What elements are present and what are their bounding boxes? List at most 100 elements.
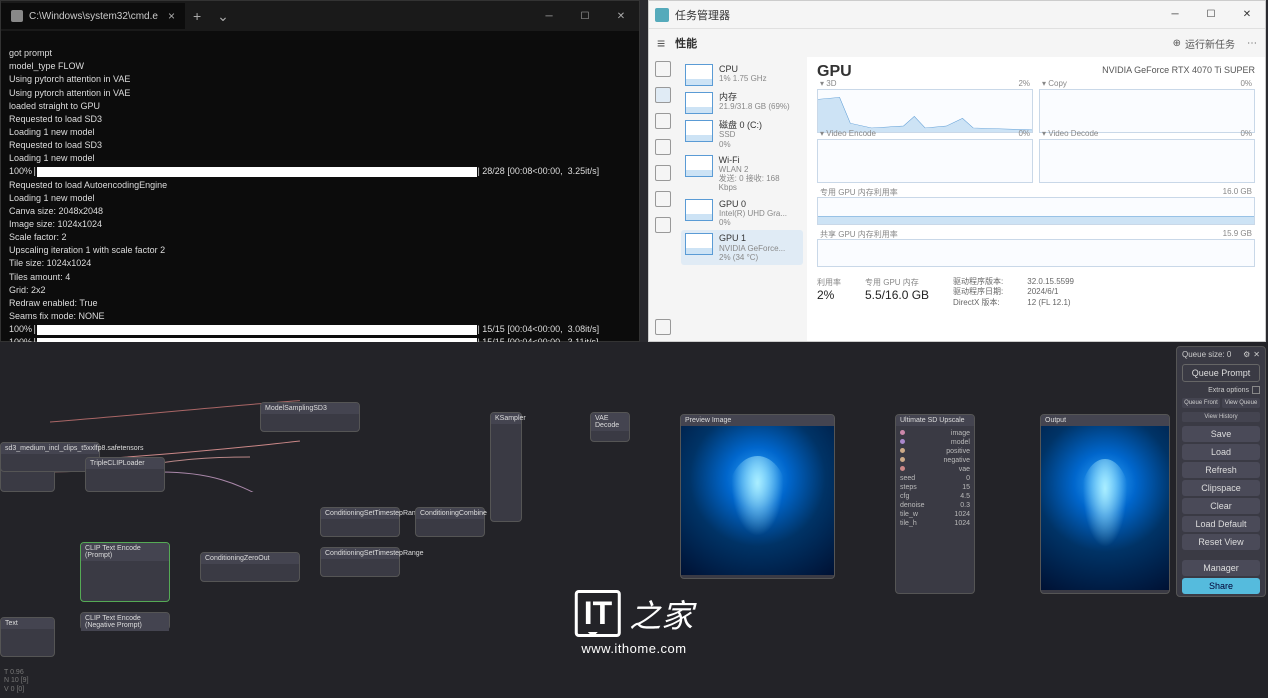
extra-options-checkbox[interactable]: Extra options [1177, 384, 1265, 396]
node-cond-zeroout[interactable]: ConditioningZeroOut [200, 552, 300, 582]
startup-icon[interactable] [655, 139, 671, 155]
perf-item-gpu1[interactable]: GPU 1NVIDIA GeForce...2% (34 °C) [681, 230, 803, 265]
users-icon[interactable] [655, 165, 671, 181]
reset-view-button[interactable]: Reset View [1182, 534, 1260, 550]
more-icon[interactable]: ⋯ [1247, 38, 1257, 49]
maximize-button[interactable]: ☐ [1193, 1, 1229, 29]
services-icon[interactable] [655, 217, 671, 233]
node-title: Preview Image [681, 415, 834, 426]
load-button[interactable]: Load [1182, 444, 1260, 460]
perf-item-disk[interactable]: 磁盘 0 (C:)SSD0% [681, 117, 803, 152]
item-sub: SSD [719, 130, 762, 139]
node-clip-negative[interactable]: CLIP Text Encode (Negative Prompt) [80, 612, 170, 630]
item-sub: WLAN 2 [719, 165, 799, 174]
minimize-button[interactable]: ─ [1157, 1, 1193, 29]
new-tab-button[interactable]: + [185, 8, 209, 24]
close-button[interactable]: ✕ [1229, 1, 1265, 29]
details-icon[interactable] [655, 191, 671, 207]
mini-graph-icon [685, 199, 713, 221]
node-upscale[interactable]: Ultimate SD Upscale image model positive… [895, 414, 975, 594]
gear-icon[interactable]: ⚙ [1243, 350, 1250, 359]
cmd-window: C:\Windows\system32\cmd.e × + ⌄ ─ ☐ ✕ go… [0, 0, 640, 342]
close-button[interactable]: ✕ [603, 1, 639, 31]
mini-graph-icon [685, 64, 713, 86]
perf-item-wifi[interactable]: Wi-FiWLAN 2发送: 0 接收: 168 Kbps [681, 152, 803, 196]
performance-icon[interactable] [655, 87, 671, 103]
cmd-line: Loading 1 new model [9, 193, 95, 203]
node-triple-clip-loader[interactable]: TripleCLIPLoader [85, 457, 165, 492]
run-new-task-button[interactable]: ⊕ 运行新任务 ⋯ [1173, 36, 1257, 51]
load-default-button[interactable]: Load Default [1182, 516, 1260, 532]
processes-icon[interactable] [655, 61, 671, 77]
close-icon[interactable]: × [168, 9, 175, 23]
cmd-line: Seams fix mode: NONE [9, 311, 105, 321]
mini-graph-icon [685, 92, 713, 114]
perf-item-memory[interactable]: 内存21.9/31.8 GB (69%) [681, 89, 803, 117]
clear-button[interactable]: Clear [1182, 498, 1260, 514]
view-queue-button[interactable]: View Queue [1222, 398, 1260, 408]
cmd-line: model_type FLOW [9, 61, 84, 71]
settings-icon[interactable] [655, 319, 671, 335]
node-clip-encode[interactable]: CLIP Text Encode (Prompt) [80, 542, 170, 602]
node-cond-combine[interactable]: ConditioningCombine [415, 507, 485, 537]
node-cond-timestep1[interactable]: ConditioningSetTimestepRange [320, 507, 400, 537]
history-icon[interactable] [655, 113, 671, 129]
graph-label: ▾ Copy [1042, 79, 1067, 88]
node-model-sampling[interactable]: ModelSamplingSD3 [260, 402, 360, 432]
save-button[interactable]: Save [1182, 426, 1260, 442]
watermark: IT 之家 www.ithome.com [575, 590, 693, 656]
maximize-button[interactable]: ☐ [567, 1, 603, 31]
tm-main: GPU NVIDIA GeForce RTX 4070 Ti SUPER ▾ 3… [807, 57, 1265, 341]
cmd-tab[interactable]: C:\Windows\system32\cmd.e × [1, 3, 185, 29]
item-name: GPU 1 [719, 233, 785, 243]
node-vae-decode[interactable]: VAE Decode [590, 412, 630, 442]
control-panel[interactable]: Queue size: 0 ⚙ ✕ Queue Prompt Extra opt… [1176, 346, 1266, 597]
node-params: image model positive negative vae seed0 … [896, 426, 974, 531]
perf-item-gpu0[interactable]: GPU 0Intel(R) UHD Gra...0% [681, 196, 803, 231]
share-button[interactable]: Share [1182, 578, 1260, 594]
cmd-line: Loading 1 new model [9, 153, 95, 163]
stat-label: DirectX 版本: [953, 298, 1000, 307]
graph-dedicated-mem: 专用 GPU 内存利用率 16.0 GB [817, 197, 1255, 225]
queue-header: Queue size: 0 ⚙ ✕ [1177, 347, 1265, 362]
stat-label: 专用 GPU 内存 [865, 277, 929, 288]
node-ksampler[interactable]: KSampler [490, 412, 522, 522]
node-title: ConditioningSetTimestepRange [321, 508, 399, 519]
item-sub: Intel(R) UHD Gra... [719, 209, 787, 218]
graph-copy: ▾ Copy 0% [1039, 89, 1255, 133]
node-cond-timestep2[interactable]: ConditioningSetTimestepRange [320, 547, 400, 577]
close-icon[interactable]: ✕ [1253, 350, 1260, 359]
node-preview-image[interactable]: Preview Image [680, 414, 835, 579]
perf-item-cpu[interactable]: CPU1% 1.75 GHz [681, 61, 803, 89]
node-output[interactable]: Output [1040, 414, 1170, 594]
node-text[interactable]: Text [0, 617, 55, 657]
progress-bar [37, 325, 477, 335]
minimize-button[interactable]: ─ [531, 1, 567, 31]
stat-label: 驱动程序日期: [953, 287, 1003, 296]
cmd-line: Loading 1 new model [9, 127, 95, 137]
item-name: Wi-Fi [719, 155, 799, 165]
node-title: KSampler [491, 413, 521, 424]
item-sub2: 0% [719, 140, 762, 149]
tab-dropdown-icon[interactable]: ⌄ [209, 8, 237, 25]
node-title: ConditioningZeroOut [201, 553, 299, 564]
tm-sidebar [649, 57, 677, 341]
mini-graph-icon [685, 155, 713, 177]
node-title: CLIP Text Encode (Negative Prompt) [81, 613, 169, 631]
tm-perf-list: CPU1% 1.75 GHz 内存21.9/31.8 GB (69%) 磁盘 0… [677, 57, 807, 341]
manager-button[interactable]: Manager [1182, 560, 1260, 576]
queue-prompt-button[interactable]: Queue Prompt [1182, 364, 1260, 382]
stat-label: 利用率 [817, 277, 841, 288]
cmd-tab-title: C:\Windows\system32\cmd.e [29, 11, 158, 22]
clipspace-button[interactable]: Clipspace [1182, 480, 1260, 496]
refresh-button[interactable]: Refresh [1182, 462, 1260, 478]
queue-front-button[interactable]: Queue Front [1182, 398, 1220, 408]
cmd-line: Upscaling iteration 1 with scale factor … [9, 245, 165, 255]
view-history-button[interactable]: View History [1182, 412, 1260, 422]
hamburger-icon[interactable]: ≡ [657, 35, 665, 51]
cmd-line: Tile size: 1024x1024 [9, 258, 91, 268]
plus-icon: ⊕ [1173, 38, 1181, 49]
canvas-info: T 0.96 N 10 [9] V 0 [0] [4, 669, 29, 694]
stat-value: 5.5/16.0 GB [865, 288, 929, 302]
stat-value: 32.0.15.5599 [1027, 277, 1074, 286]
